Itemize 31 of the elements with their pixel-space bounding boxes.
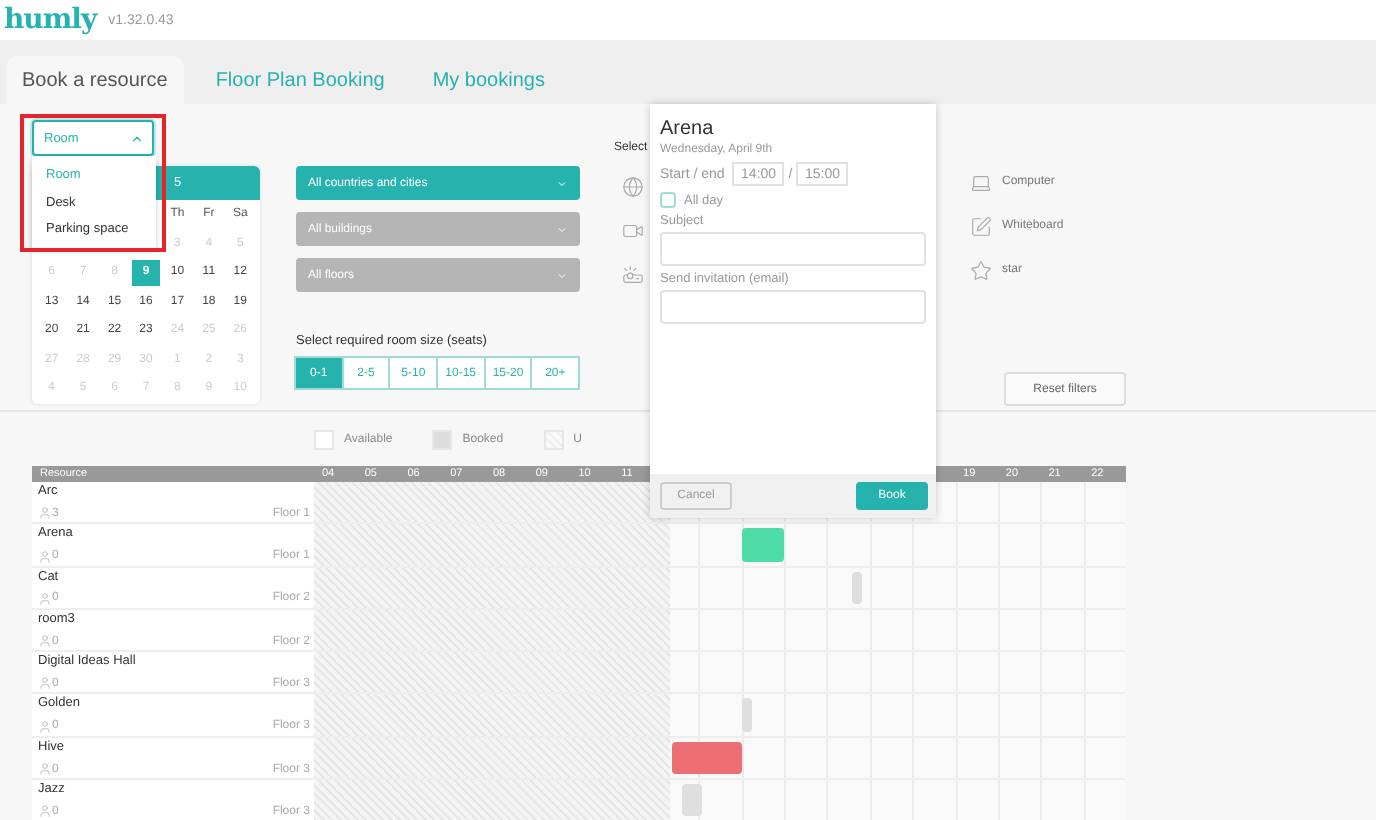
caret-icon	[556, 269, 568, 281]
booking-block[interactable]	[681, 784, 702, 817]
tab[interactable]: Floor Plan Booking	[199, 56, 401, 104]
legend-swatch	[314, 429, 334, 449]
caret-icon	[556, 223, 568, 235]
timeline-row[interactable]	[314, 694, 1126, 738]
legend-swatch	[432, 429, 453, 449]
projector-icon[interactable]	[622, 263, 644, 285]
timeline-row[interactable]	[314, 524, 1126, 568]
caret-icon	[556, 177, 568, 189]
booking-block[interactable]	[671, 741, 742, 775]
subject-field[interactable]	[660, 232, 926, 266]
all-day-checkbox[interactable]	[660, 192, 676, 208]
caret-icon	[130, 131, 144, 145]
timeline-row[interactable]	[314, 652, 1126, 695]
laptop-icon[interactable]	[970, 171, 992, 193]
star-icon[interactable]	[970, 259, 992, 281]
timeline-row[interactable]	[314, 567, 1126, 610]
timeline-row[interactable]	[314, 737, 1126, 781]
video-icon[interactable]	[622, 219, 644, 241]
tab[interactable]: Book a resource	[6, 56, 184, 104]
logo: humly	[4, 4, 97, 36]
tab[interactable]: My bookings	[416, 56, 561, 104]
booking-block[interactable]	[741, 698, 752, 732]
booking-block[interactable]	[741, 528, 785, 562]
pen-square-icon[interactable]	[970, 215, 992, 237]
dialog-title: Arena	[660, 118, 716, 140]
timeline-row[interactable]	[314, 609, 1126, 653]
booking-block[interactable]	[851, 571, 861, 604]
email-field[interactable]	[660, 290, 926, 324]
globe-icon[interactable]	[622, 175, 644, 197]
